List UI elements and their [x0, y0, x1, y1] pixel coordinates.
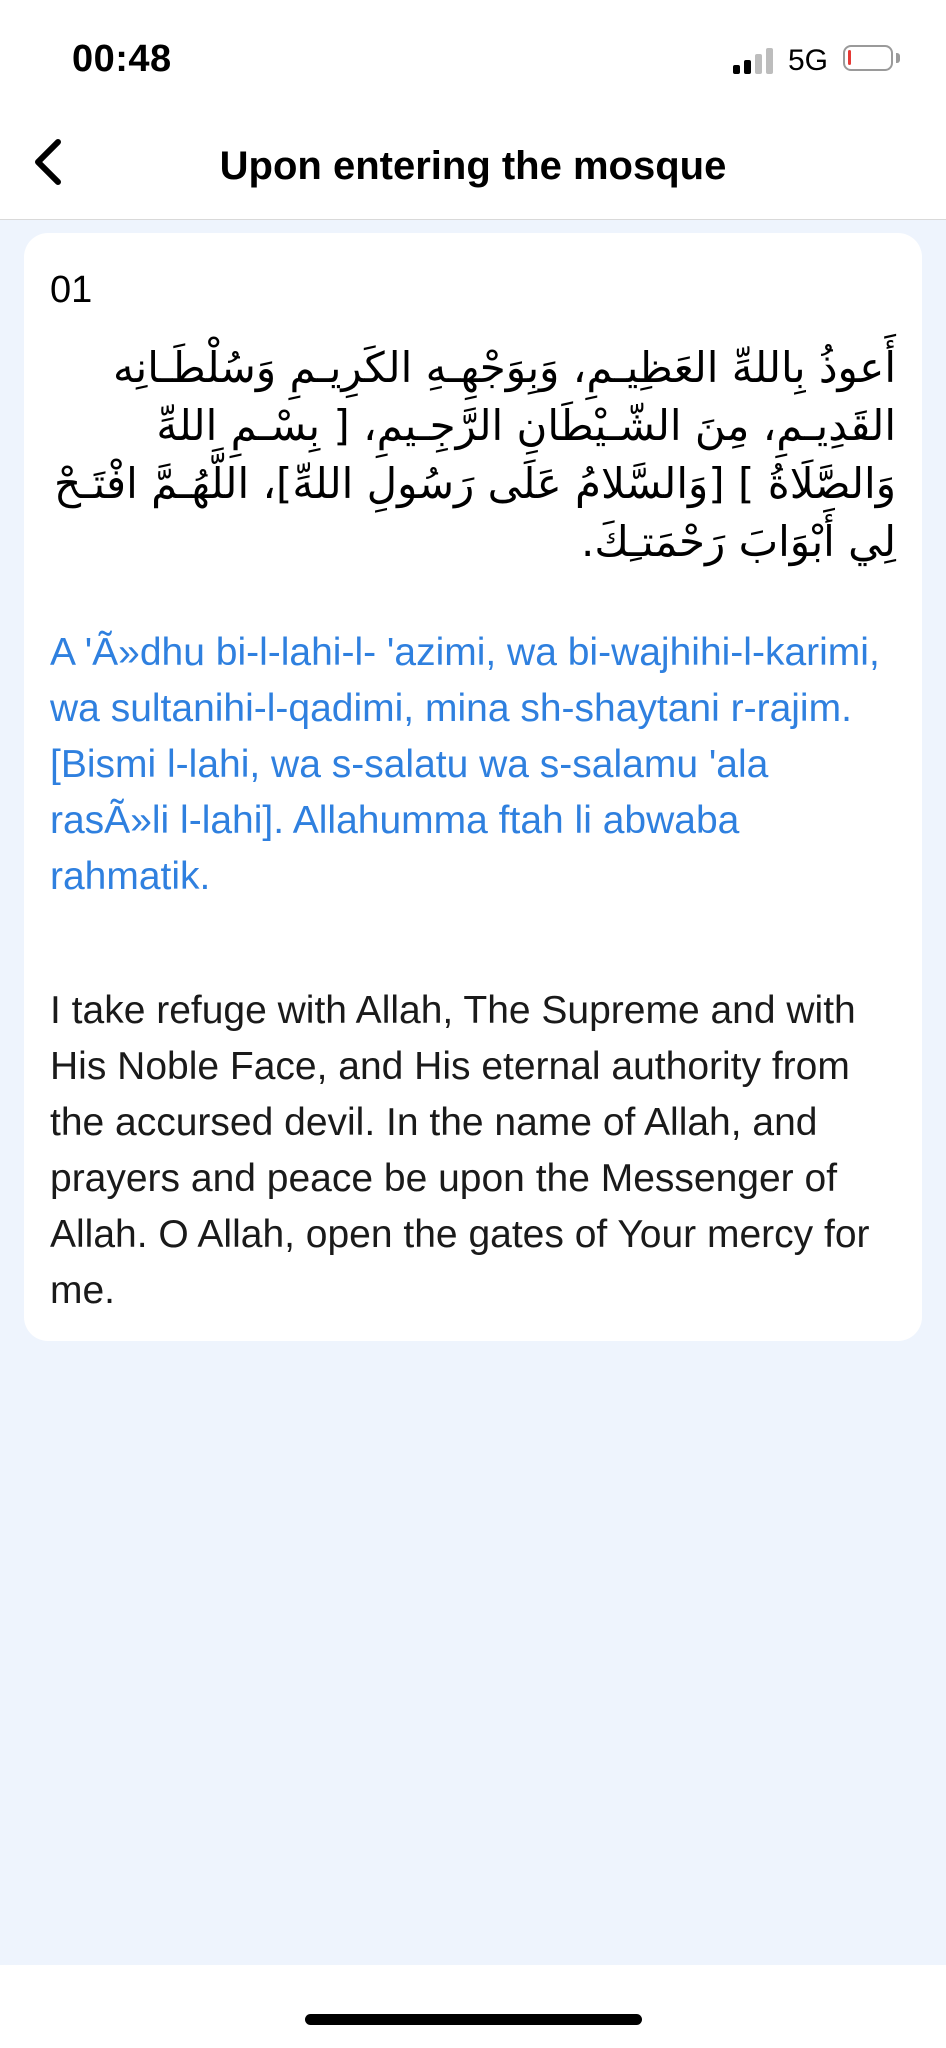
- home-indicator[interactable]: [305, 2014, 642, 2025]
- page-title: Upon entering the mosque: [219, 144, 727, 188]
- content-area: 01 أَعوذُ بِاللهِّ العَظِيـمِ، وَبِوَجْه…: [0, 220, 946, 1965]
- status-bar: 00:48 5G: [0, 0, 946, 110]
- dua-translation: I take refuge with Allah, The Supreme an…: [50, 989, 870, 1312]
- battery-cap: [896, 53, 900, 63]
- dua-number: 01: [50, 269, 93, 311]
- battery-level: [848, 50, 851, 65]
- bottom-area: [0, 1965, 946, 2048]
- screen: 00:48 5G Upon entering the mosque 01 أَع…: [0, 0, 946, 2048]
- battery-icon: [843, 45, 893, 71]
- transliteration-line: [Bismi l-lahi, wa s-salatu wa s-salamu '…: [50, 743, 769, 898]
- dua-transliteration: A 'Ã»dhu bi-l-lahi-l- 'azimi, wa bi-wajh…: [50, 625, 896, 905]
- dua-card: 01 أَعوذُ بِاللهِّ العَظِيـمِ، وَبِوَجْه…: [24, 233, 922, 1341]
- network-type: 5G: [788, 44, 829, 77]
- nav-bar: Upon entering the mosque: [0, 110, 946, 220]
- status-time: 00:48: [72, 38, 172, 80]
- signal-icon: [733, 48, 775, 74]
- dua-arabic-text: أَعوذُ بِاللهِّ العَظِيـمِ، وَبِوَجْهِـه…: [53, 343, 896, 566]
- transliteration-line: A 'Ã»dhu bi-l-lahi-l- 'azimi, wa bi-wajh…: [50, 631, 880, 730]
